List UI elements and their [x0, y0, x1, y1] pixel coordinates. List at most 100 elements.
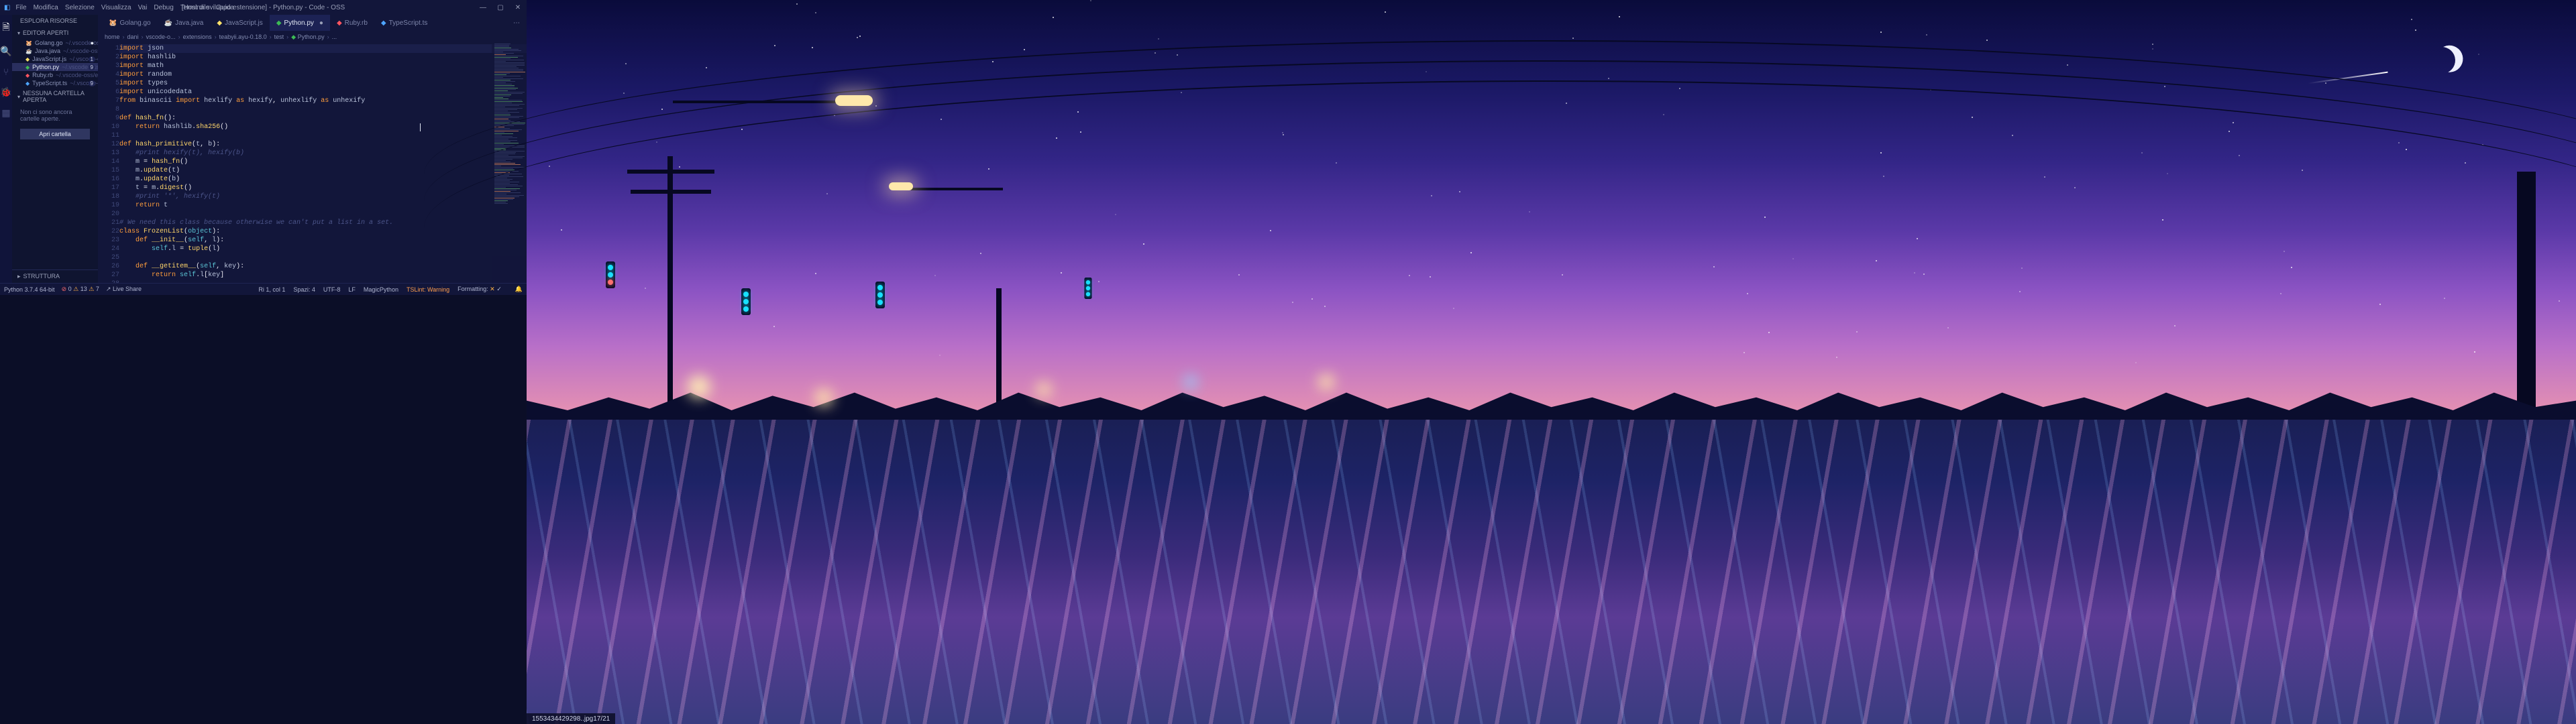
- chevron-right-icon: ›: [215, 34, 217, 40]
- file-name: Java.java: [35, 48, 60, 54]
- editor[interactable]: 1234567891011121314151617181920212223242…: [98, 43, 527, 283]
- open-editor-item[interactable]: ◆TypeScript.ts~/.vscode-oss/extens...9: [12, 79, 98, 87]
- outline-section[interactable]: ▸STRUTTURA: [12, 269, 98, 283]
- breadcrumb-segment[interactable]: vscode-o...: [146, 34, 176, 40]
- file-name: TypeScript.ts: [32, 80, 67, 86]
- secondary-monitor-wallpaper: 1553434429298..jpg 17/21: [527, 0, 2576, 724]
- go-file-icon: 🐹: [25, 40, 32, 46]
- status-live-share[interactable]: ↗ Live Share: [106, 286, 142, 293]
- status-encoding[interactable]: UTF-8: [323, 286, 341, 293]
- open-folder-button[interactable]: Apri cartella: [20, 129, 90, 139]
- breadcrumb-segment[interactable]: test: [274, 34, 284, 40]
- py-file-icon: ◆: [276, 19, 282, 27]
- app-icon: ◧: [4, 4, 10, 11]
- dirty-indicator-icon: ●: [91, 40, 94, 46]
- tab-golang-go[interactable]: 🐹Golang.go: [102, 15, 158, 31]
- activity-bar: 🗎 🔍 ⑂ 🐞 ▦: [0, 15, 12, 283]
- error-icon: ⊘: [62, 286, 67, 292]
- tab-overflow-button[interactable]: ⋯: [506, 15, 527, 31]
- window-maximize-button[interactable]: ▢: [492, 4, 509, 11]
- menu-modifica[interactable]: Modifica: [34, 4, 58, 11]
- status-eol[interactable]: LF: [348, 286, 356, 293]
- menu-selezione[interactable]: Selezione: [65, 4, 95, 11]
- formatting-label: Formatting:: [458, 286, 490, 292]
- file-name: Python.py: [32, 64, 59, 70]
- breadcrumb-segment[interactable]: ◆ Python.py: [291, 34, 324, 41]
- menu-visualizza[interactable]: Visualizza: [101, 4, 131, 11]
- git-icon[interactable]: ⑂: [3, 66, 9, 77]
- editor-group: 🐹Golang.go☕Java.java◆JavaScript.js◆Pytho…: [98, 15, 527, 283]
- rb-file-icon: ◆: [25, 72, 30, 78]
- street-lamp-icon: [835, 95, 873, 106]
- explorer-title: ESPLORA RISORSE: [12, 15, 98, 27]
- status-tslint[interactable]: TSLint: Warning: [407, 286, 449, 293]
- go-file-icon: 🐹: [109, 19, 117, 27]
- status-language[interactable]: MagicPython: [364, 286, 398, 293]
- js-file-icon: ◆: [217, 19, 222, 27]
- side-bar: ESPLORA RISORSE ▾EDITOR APERTI ●🐹Golang.…: [12, 15, 98, 283]
- extensions-icon[interactable]: ▦: [1, 107, 10, 119]
- files-icon[interactable]: 🗎: [2, 20, 9, 36]
- tab-label: JavaScript.js: [225, 19, 263, 27]
- py-file-icon: ◆: [25, 64, 30, 70]
- error-count: 0: [68, 286, 72, 292]
- traffic-light-icon: [875, 282, 885, 308]
- warning-count-a: 13: [80, 286, 87, 292]
- status-cursor-position[interactable]: Ri 1, col 1: [258, 286, 285, 293]
- search-icon[interactable]: 🔍: [0, 46, 11, 57]
- chevron-right-icon: ›: [270, 34, 272, 40]
- outline-label: STRUTTURA: [23, 273, 60, 280]
- line-number-gutter: 1234567891011121314151617181920212223242…: [98, 43, 119, 283]
- open-editor-item[interactable]: ●◆Python.py~/.vscode-oss/extensions/...9: [12, 63, 98, 71]
- chevron-right-icon: ›: [123, 34, 125, 40]
- breadcrumb[interactable]: home›dani›vscode-o...›extensions›teabyii…: [98, 31, 527, 43]
- open-editor-item[interactable]: ☕Java.java~/.vscode-oss/extensions/tea..…: [12, 47, 98, 55]
- tslint-label: TSLint:: [407, 286, 427, 293]
- tslint-state: Warning: [427, 286, 449, 293]
- bell-icon[interactable]: 🔔: [515, 286, 523, 293]
- tab-label: Ruby.rb: [345, 19, 368, 27]
- debug-icon[interactable]: 🐞: [0, 86, 11, 98]
- java-file-icon: ☕: [164, 19, 172, 27]
- open-editor-item[interactable]: ◆JavaScript.js~/.vscode-oss/extensions/.…: [12, 55, 98, 63]
- breadcrumb-segment[interactable]: home: [105, 34, 120, 40]
- tab-java-java[interactable]: ☕Java.java: [158, 15, 211, 31]
- code-content[interactable]: import jsonimport hashlibimport mathimpo…: [119, 43, 527, 283]
- status-problems[interactable]: ⊘ 0 ⚠ 13 ⚠ 7: [62, 286, 99, 293]
- ts-file-icon: ◆: [25, 80, 30, 86]
- breadcrumb-segment[interactable]: teabyii.ayu-0.18.0: [219, 34, 267, 40]
- warning-count-b: 7: [96, 286, 99, 292]
- open-editor-item[interactable]: ◆Ruby.rb~/.vscode-oss/extensions/tea...: [12, 71, 98, 79]
- window-minimize-button[interactable]: —: [474, 4, 492, 11]
- status-formatting[interactable]: Formatting: ✕ ✓: [458, 286, 502, 293]
- formatting-x-icon: ✕: [490, 286, 495, 292]
- chevron-right-icon: ›: [286, 34, 288, 40]
- no-folder-section[interactable]: ▾NESSUNA CARTELLA APERTA: [12, 87, 98, 106]
- file-name: Ruby.rb: [32, 72, 53, 78]
- tab-label: TypeScript.ts: [389, 19, 428, 27]
- tab-ruby-rb[interactable]: ◆Ruby.rb: [330, 15, 374, 31]
- chevron-right-icon: ›: [178, 34, 180, 40]
- status-indent[interactable]: Spazi: 4: [293, 286, 315, 293]
- tab-typescript-ts[interactable]: ◆TypeScript.ts: [374, 15, 435, 31]
- menu-debug[interactable]: Debug: [154, 4, 173, 11]
- minimap[interactable]: [492, 43, 527, 283]
- open-editor-item[interactable]: ●🐹Golang.go~/.vscode-oss/extensions/tea.…: [12, 39, 98, 47]
- window-close-button[interactable]: ✕: [509, 4, 527, 11]
- tab-label: Python.py: [284, 19, 313, 27]
- status-bar: Python 3.7.4 64-bit ⊘ 0 ⚠ 13 ⚠ 7 ↗ Live …: [0, 283, 527, 295]
- traffic-light-icon: [606, 261, 615, 288]
- breadcrumb-segment[interactable]: ...: [332, 34, 337, 40]
- dirty-indicator-icon[interactable]: ●: [319, 19, 323, 27]
- tab-python-py[interactable]: ◆Python.py ●: [270, 15, 330, 31]
- menu-file[interactable]: File: [15, 4, 26, 11]
- open-editors-section[interactable]: ▾EDITOR APERTI: [12, 27, 98, 39]
- tab-label: Golang.go: [119, 19, 150, 27]
- status-python[interactable]: Python 3.7.4 64-bit: [4, 286, 55, 293]
- breadcrumb-segment[interactable]: dani: [127, 34, 139, 40]
- tab-javascript-js[interactable]: ◆JavaScript.js: [210, 15, 269, 31]
- breadcrumb-segment[interactable]: extensions: [183, 34, 212, 40]
- problem-badge: 9: [89, 64, 95, 70]
- menu-vai[interactable]: Vai: [138, 4, 148, 11]
- problem-badge: 9: [89, 80, 95, 86]
